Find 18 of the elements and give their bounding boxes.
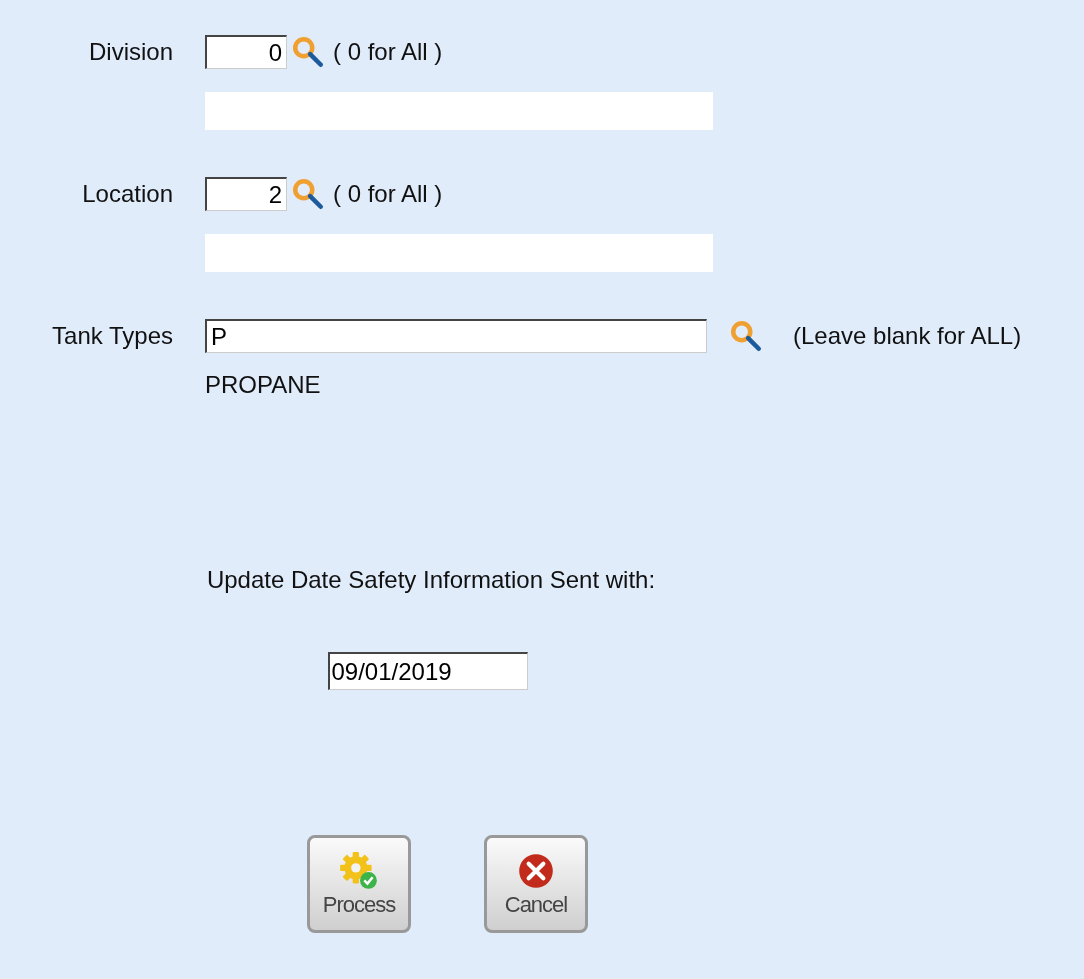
input-field[interactable]: 0 (205, 35, 287, 69)
date-field[interactable]: 09/01/2019 (327, 652, 528, 690)
field-label: Location (81, 180, 173, 208)
action-button[interactable]: Cancel (484, 835, 588, 933)
hint-text: ( 0 for All ) (333, 180, 443, 208)
update-label: Update Date Safety Information Sent with: (205, 566, 657, 594)
search-icon[interactable] (729, 319, 763, 353)
action-button[interactable]: Process (307, 835, 411, 933)
gear-check-icon (338, 850, 380, 892)
search-icon[interactable] (291, 35, 325, 69)
field-label: Division (87, 38, 173, 66)
input-field[interactable]: P (205, 319, 707, 353)
search-icon[interactable] (291, 177, 325, 211)
field-label: Tank Types (51, 322, 173, 350)
hint-text: ( 0 for All ) (333, 38, 443, 66)
description-text: PROPANE (205, 370, 321, 400)
input-field[interactable]: 2 (205, 177, 287, 211)
hint-text: (Leave blank for ALL) (793, 322, 1022, 350)
